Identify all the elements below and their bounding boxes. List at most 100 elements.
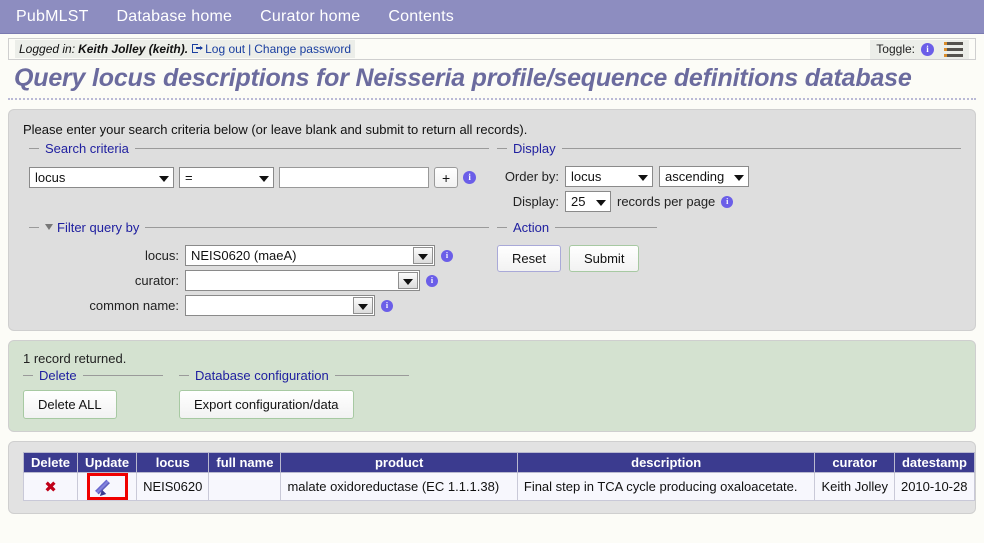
toggle-label: Toggle: [876,42,915,56]
nav-item-database-home[interactable]: Database home [117,8,233,26]
display-column: Display Order by: locus ascending Displa… [489,141,975,212]
filter-locus-select[interactable]: NEIS0620 (maeA) [185,245,435,266]
page-size-row: Display: 25 records per page i [497,191,961,212]
toggle-info-icon[interactable]: i [921,42,934,56]
filter-row-curator: curator: i [29,270,489,291]
search-operator-select[interactable]: = [179,167,274,188]
results-actions-row: Delete Delete ALL Database configuration… [9,368,975,431]
filter-query-fieldset: Filter query by locus: NEIS0620 (maeA) i… [29,220,489,316]
filter-row-locus: locus: NEIS0620 (maeA) i [29,245,489,266]
edit-pencil-icon[interactable] [94,477,117,499]
page-size-select[interactable]: 25 [565,191,611,212]
delete-legend: Delete [39,368,77,383]
update-cell [77,472,138,501]
nav-item-pubmlst[interactable]: PubMLST [16,8,89,26]
column-header-locus[interactable]: locus [136,452,210,473]
search-field-select[interactable]: locus [29,167,174,188]
delete-cross-icon[interactable]: ✖ [44,478,57,496]
chevron-down-icon [259,175,269,182]
top-navbar: PubMLST Database home Curator home Conte… [0,0,984,34]
filter-curator-select[interactable] [185,270,420,291]
search-operator-value: = [185,170,193,185]
column-header-product[interactable]: product [280,452,518,473]
search-criteria-info-icon[interactable]: i [463,171,477,184]
filter-column: Filter query by locus: NEIS0620 (maeA) i… [9,220,489,316]
search-criteria-row: locus = + i [29,167,489,188]
filter-common-name-select[interactable] [185,295,375,316]
column-header-full-name[interactable]: full name [208,452,282,473]
nav-item-curator-home[interactable]: Curator home [260,8,360,26]
action-legend: Action [513,220,550,235]
filter-common-name-label: common name: [89,298,179,313]
table-row: ✖ NEIS0620 malate oxidoreductase (EC 1.1… [22,472,976,501]
change-password-link[interactable]: Change password [254,42,351,56]
order-direction-value: ascending [665,169,725,184]
delete-all-button[interactable]: Delete ALL [23,390,117,419]
records-per-page-label: records per page [617,194,716,209]
search-criteria-column: Search criteria locus = + i [9,141,489,188]
record-count-text: 1 record returned. [23,351,127,366]
search-criteria-legend: Search criteria [45,141,129,156]
logged-in-user: Keith Jolley (keith). [78,42,189,56]
update-highlight-box [86,473,128,500]
logged-in-label: Logged in: [19,42,76,56]
results-summary-panel: 1 record returned. Delete Delete ALL Dat… [8,340,976,432]
cell-product: malate oxidoreductase (EC 1.1.1.38) [280,472,518,501]
nav-item-contents[interactable]: Contents [388,8,454,26]
column-header-datestamp[interactable]: datestamp [893,452,976,473]
login-status: Logged in: Keith Jolley (keith). Log out… [15,40,355,58]
order-by-select[interactable]: locus [565,166,653,187]
chevron-down-icon [403,278,413,285]
filter-locus-info-icon[interactable]: i [441,249,453,262]
collapse-triangle-icon[interactable] [45,224,53,230]
results-table: Delete Update locus full name product de… [22,452,976,501]
action-buttons: Reset Submit [497,245,657,272]
search-term-input[interactable] [279,167,429,188]
filter-common-name-info-icon[interactable]: i [381,299,393,312]
column-header-description[interactable]: description [516,452,816,473]
chevron-down-icon [638,174,648,181]
filter-row-common-name: common name: i [29,295,489,316]
hamburger-menu-icon[interactable] [944,41,963,57]
search-criteria-fieldset: Search criteria locus = + i [29,141,489,188]
cell-datestamp: 2010-10-28 [893,472,976,501]
filter-query-legend[interactable]: Filter query by [39,220,145,235]
display-info-icon[interactable]: i [721,195,734,208]
filter-locus-label: locus: [145,248,179,263]
page-title-container: Query locus descriptions for Neisseria p… [0,64,984,100]
column-header-delete[interactable]: Delete [22,452,79,473]
filter-locus-value: NEIS0620 (maeA) [191,248,297,263]
chevron-down-icon [418,253,428,260]
action-fieldset: Action Reset Submit [497,220,657,272]
export-configuration-button[interactable]: Export configuration/data [179,390,354,419]
delete-cell: ✖ [22,472,79,501]
column-header-curator[interactable]: curator [814,452,895,473]
add-criteria-button[interactable]: + [434,167,459,188]
filter-curator-info-icon[interactable]: i [426,274,438,287]
submit-button[interactable]: Submit [568,245,640,272]
log-out-link[interactable]: Log out [205,42,245,56]
chevron-down-icon [358,303,368,310]
chevron-down-icon [596,199,606,206]
chevron-down-icon [734,174,744,181]
order-direction-select[interactable]: ascending [659,166,749,187]
table-header-row: Delete Update locus full name product de… [22,452,976,473]
search-field-value: locus [35,170,66,185]
bottom-fieldset-row: Filter query by locus: NEIS0620 (maeA) i… [9,220,975,330]
cell-description: Final step in TCA cycle producing oxaloa… [516,472,816,501]
order-by-label: Order by: [504,169,559,184]
column-header-update[interactable]: Update [77,452,138,473]
page-title: Query locus descriptions for Neisseria p… [8,64,976,100]
cell-locus: NEIS0620 [136,472,210,501]
login-bar: Logged in: Keith Jolley (keith). Log out… [8,38,976,60]
logout-arrow-icon [192,44,204,54]
reset-button[interactable]: Reset [497,245,561,272]
chevron-down-icon [159,175,169,182]
top-fieldset-row: Search criteria locus = + i Display Orde… [9,141,975,212]
database-configuration-fieldset: Database configuration Export configurat… [179,368,409,419]
database-configuration-legend: Database configuration [195,368,329,383]
query-form-panel: Please enter your search criteria below … [8,109,976,331]
order-by-row: Order by: locus ascending [497,166,961,187]
display-label: Display: [512,194,559,209]
page-size-value: 25 [571,194,586,209]
